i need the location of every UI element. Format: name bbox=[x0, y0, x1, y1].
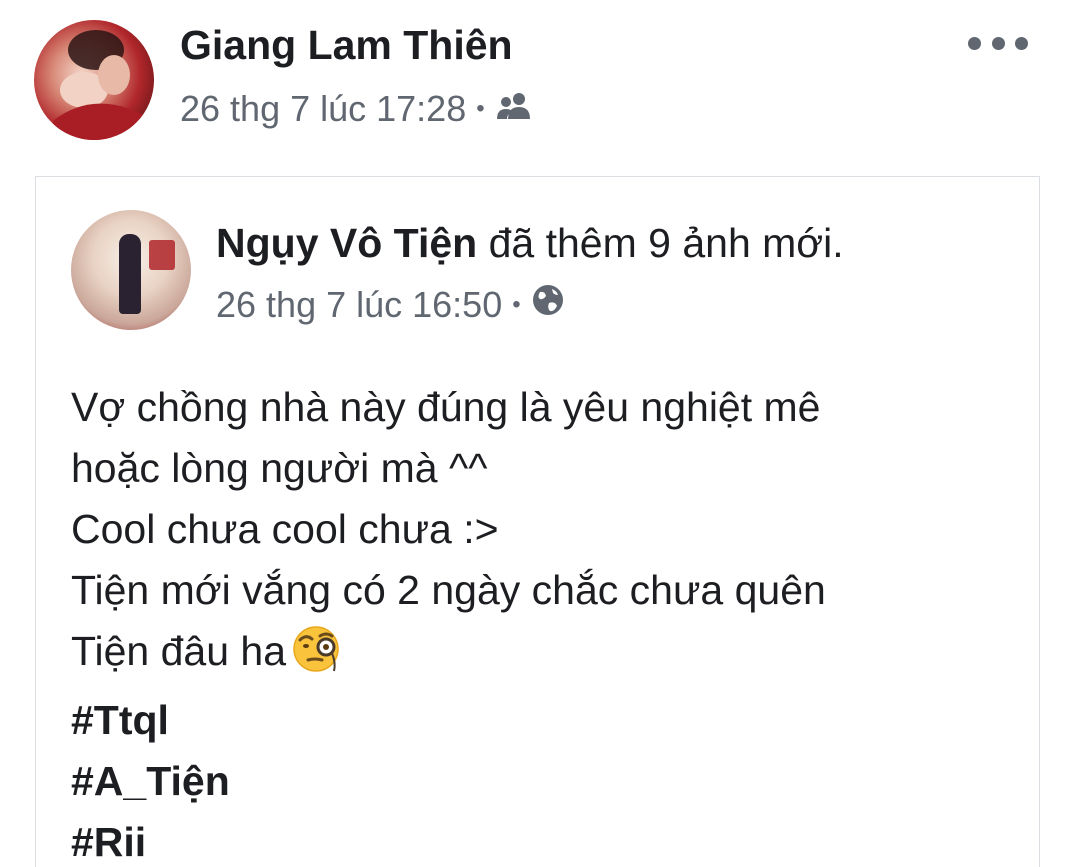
sharer-name[interactable]: Giang Lam Thiên bbox=[180, 22, 513, 69]
post-text-line: Cool chưa cool chưa :> bbox=[71, 506, 499, 552]
post-text-line: Vợ chồng nhà này đúng là yêu nghiệt mê bbox=[71, 384, 821, 430]
post-text-last-line: Tiện đâu ha bbox=[71, 628, 287, 674]
original-author-name[interactable]: Ngụy Vô Tiện bbox=[216, 220, 477, 266]
sharer-avatar[interactable] bbox=[34, 20, 154, 140]
shared-post-action: đã thêm 9 ảnh mới. bbox=[477, 220, 844, 266]
post-text-line-with-emoji: Tiện đâu ha bbox=[71, 621, 1011, 690]
shared-post-time[interactable]: 26 thg 7 lúc 16:50 bbox=[216, 284, 502, 326]
hashtag-link[interactable]: #Ttql bbox=[71, 690, 1011, 751]
sharer-post-meta: 26 thg 7 lúc 17:28 • bbox=[180, 88, 533, 130]
meta-separator: • bbox=[476, 95, 485, 122]
sharer-post-time[interactable]: 26 thg 7 lúc 17:28 bbox=[180, 88, 466, 130]
facebook-post: Giang Lam Thiên 26 thg 7 lúc 17:28 • Ngụ… bbox=[0, 0, 1078, 867]
more-options-icon[interactable] bbox=[968, 28, 1028, 58]
meta-separator: • bbox=[512, 290, 521, 318]
post-text-line: Tiện mới vắng có 2 ngày chắc chưa quên bbox=[71, 567, 826, 613]
globe-icon bbox=[531, 283, 565, 326]
post-text-line: hoặc lòng người mà ^^ bbox=[71, 445, 488, 491]
shared-post-card[interactable]: Ngụy Vô Tiện đã thêm 9 ảnh mới. 26 thg 7… bbox=[35, 176, 1040, 867]
friends-icon bbox=[495, 88, 533, 130]
shared-post-title: Ngụy Vô Tiện đã thêm 9 ảnh mới. bbox=[216, 220, 844, 267]
hashtag-link[interactable]: #A_Tiện bbox=[71, 751, 1011, 812]
post-text: Vợ chồng nhà này đúng là yêu nghiệt mê h… bbox=[71, 377, 1011, 867]
original-author-avatar[interactable] bbox=[71, 210, 191, 330]
face-with-monocle-emoji bbox=[292, 623, 348, 690]
shared-post-meta: 26 thg 7 lúc 16:50 • bbox=[216, 283, 565, 326]
hashtag-link[interactable]: #Rii bbox=[71, 812, 1011, 867]
